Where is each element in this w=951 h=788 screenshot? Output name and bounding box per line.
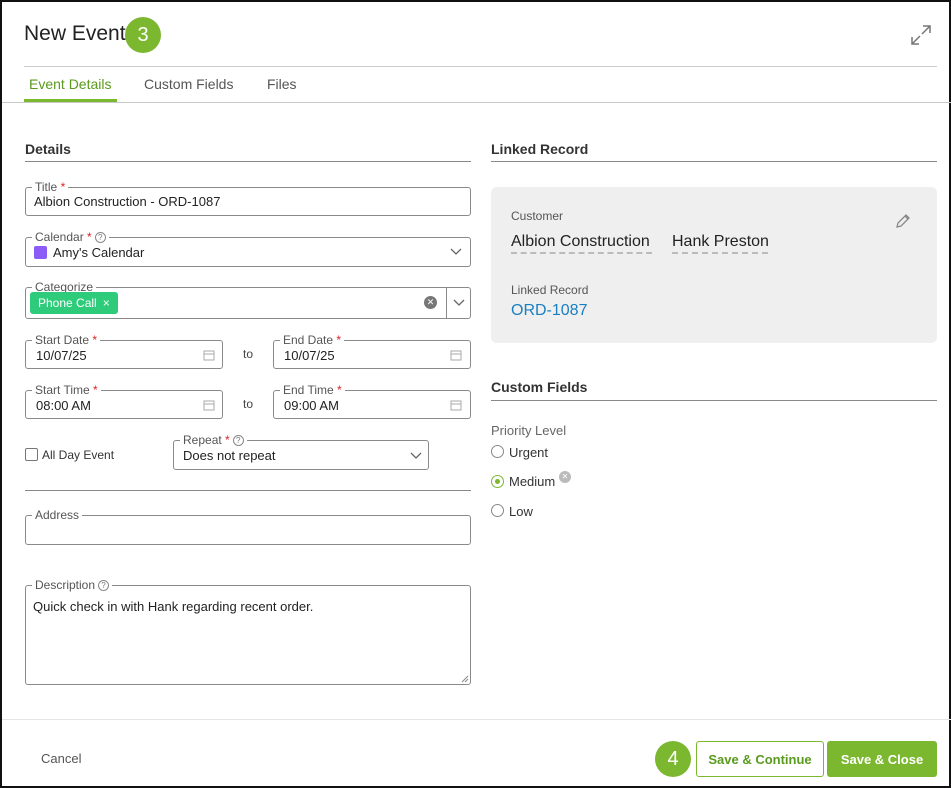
calendar-select[interactable]: Calendar *? Amy's Calendar xyxy=(25,229,471,267)
pencil-icon[interactable] xyxy=(894,212,912,230)
tab-custom-fields[interactable]: Custom Fields xyxy=(144,76,233,92)
calendar-icon[interactable] xyxy=(450,399,462,411)
phone-call-chip: Phone Call × xyxy=(30,292,118,314)
expand-arrows-icon[interactable] xyxy=(910,24,932,46)
chevron-down-icon[interactable] xyxy=(410,452,422,460)
end-date-value[interactable]: 10/07/25 xyxy=(284,348,335,363)
repeat-value: Does not repeat xyxy=(183,448,276,463)
all-day-checkbox[interactable] xyxy=(25,448,38,461)
linked-record-link[interactable]: ORD-1087 xyxy=(511,302,587,320)
description-value[interactable]: Quick check in with Hank regarding recen… xyxy=(33,599,313,614)
clear-selection-icon[interactable]: ✕ xyxy=(559,471,571,483)
resize-handle-icon[interactable] xyxy=(461,675,469,683)
start-date-field[interactable]: Start Date * 10/07/25 xyxy=(25,332,223,369)
description-textarea[interactable]: Description? Quick check in with Hank re… xyxy=(25,577,471,685)
calendar-icon[interactable] xyxy=(203,399,215,411)
tab-event-details[interactable]: Event Details xyxy=(29,76,111,92)
calendar-icon[interactable] xyxy=(203,349,215,361)
clear-icon[interactable]: ✕ xyxy=(424,296,437,309)
priority-medium-radio[interactable] xyxy=(491,475,504,488)
dialog-title: New Event xyxy=(24,22,126,45)
cancel-button[interactable]: Cancel xyxy=(41,751,81,766)
end-time-field[interactable]: End Time * 09:00 AM xyxy=(273,382,471,419)
address-field[interactable]: Address xyxy=(25,507,471,545)
end-time-value[interactable]: 09:00 AM xyxy=(284,398,339,413)
footer-divider xyxy=(2,719,951,720)
address-label: Address xyxy=(32,507,83,523)
help-icon[interactable]: ? xyxy=(98,580,110,591)
calendar-field-label: Calendar *? xyxy=(32,229,109,245)
details-divider xyxy=(25,161,471,162)
save-close-button[interactable]: Save & Close xyxy=(827,741,937,777)
save-continue-button[interactable]: Save & Continue xyxy=(696,741,824,777)
tabs-divider xyxy=(2,102,951,103)
step-badge-3: 3 xyxy=(125,17,161,53)
customer-label: Customer xyxy=(511,209,564,223)
time-range-to: to xyxy=(243,397,254,411)
linked-record-section-title: Linked Record xyxy=(491,141,589,157)
start-date-value[interactable]: 10/07/25 xyxy=(36,348,87,363)
chip-label: Phone Call xyxy=(38,296,97,310)
help-icon[interactable]: ? xyxy=(94,232,106,243)
title-field[interactable]: Title * Albion Construction - ORD-1087 xyxy=(25,179,471,216)
priority-urgent-radio[interactable] xyxy=(491,445,504,458)
customer-contact-underline xyxy=(672,252,768,254)
start-time-label: Start Time * xyxy=(32,382,101,398)
step-badge-4: 4 xyxy=(655,741,691,777)
priority-low-radio[interactable] xyxy=(491,504,504,517)
start-time-value[interactable]: 08:00 AM xyxy=(36,398,91,413)
end-date-field[interactable]: End Date * 10/07/25 xyxy=(273,332,471,369)
new-event-dialog: New Event 3 Event Details Custom Fields … xyxy=(0,0,951,788)
priority-level-label: Priority Level xyxy=(491,423,567,438)
priority-medium-label[interactable]: Medium xyxy=(509,474,555,489)
repeat-select[interactable]: Repeat *? Does not repeat xyxy=(173,432,429,470)
chevron-down-icon[interactable] xyxy=(453,299,465,307)
description-label: Description? xyxy=(32,577,113,593)
calendar-color-swatch xyxy=(34,246,47,259)
customer-company-link[interactable]: Albion Construction xyxy=(511,233,650,253)
linked-record-divider xyxy=(491,161,937,162)
date-range-to: to xyxy=(243,347,254,361)
title-field-label: Title * xyxy=(32,179,69,195)
custom-fields-divider xyxy=(491,400,937,401)
custom-fields-section-title: Custom Fields xyxy=(491,379,588,395)
calendar-value: Amy's Calendar xyxy=(53,245,145,260)
start-date-label: Start Date * xyxy=(32,332,101,348)
customer-company-underline xyxy=(511,252,652,254)
linked-record-card: Customer Albion Construction Hank Presto… xyxy=(491,187,937,343)
details-section-title: Details xyxy=(25,141,71,157)
linked-record-label: Linked Record xyxy=(511,283,589,297)
header-divider xyxy=(24,66,937,67)
customer-contact-link[interactable]: Hank Preston xyxy=(672,233,769,253)
chip-remove-icon[interactable]: × xyxy=(103,296,110,310)
repeat-label: Repeat *? xyxy=(180,432,247,448)
end-date-label: End Date * xyxy=(280,332,345,348)
dropdown-separator xyxy=(446,288,447,318)
priority-low-label[interactable]: Low xyxy=(509,504,533,519)
chevron-down-icon[interactable] xyxy=(450,248,462,256)
priority-urgent-label[interactable]: Urgent xyxy=(509,445,548,460)
start-time-field[interactable]: Start Time * 08:00 AM xyxy=(25,382,223,419)
details-mid-divider xyxy=(25,490,471,491)
help-icon[interactable]: ? xyxy=(232,435,244,446)
end-time-label: End Time * xyxy=(280,382,345,398)
all-day-label[interactable]: All Day Event xyxy=(42,448,114,462)
categorize-select[interactable]: Categorize Phone Call × ✕ xyxy=(25,279,471,319)
calendar-icon[interactable] xyxy=(450,349,462,361)
tab-files[interactable]: Files xyxy=(267,76,297,92)
title-value[interactable]: Albion Construction - ORD-1087 xyxy=(34,194,220,209)
